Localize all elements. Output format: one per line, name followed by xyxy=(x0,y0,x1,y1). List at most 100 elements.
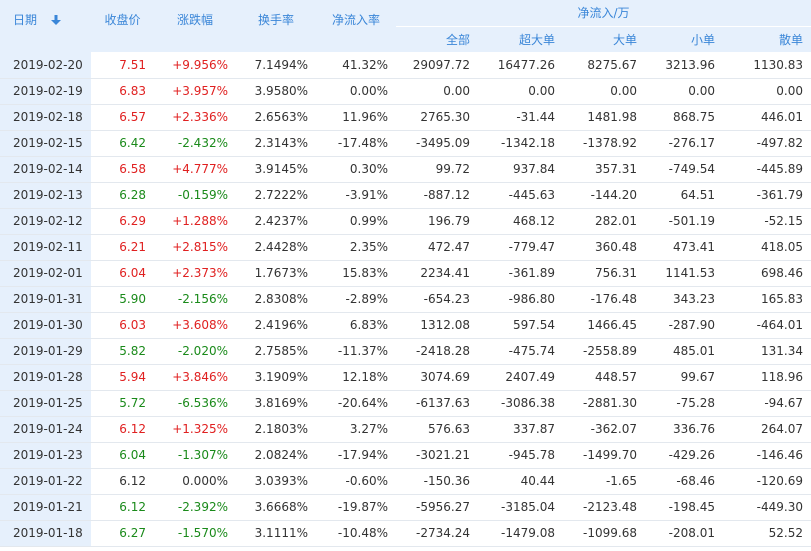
cell-all: -6137.63 xyxy=(396,390,478,417)
cell-change: +3.608% xyxy=(154,312,236,339)
table-row: 2019-02-15 6.42 -2.432% 2.3143% -17.48% -3495… xyxy=(0,130,811,157)
cell-super-large: 0.00 xyxy=(478,78,563,105)
header-date[interactable]: 日期 xyxy=(0,0,91,52)
cell-large: -362.07 xyxy=(563,416,645,443)
cell-close: 6.42 xyxy=(91,130,154,157)
cell-change: +2.815% xyxy=(154,234,236,261)
cell-close: 6.12 xyxy=(91,416,154,443)
cell-change: +1.288% xyxy=(154,208,236,235)
cell-net-ratio: 0.00% xyxy=(316,78,396,105)
cell-all: 2234.41 xyxy=(396,260,478,287)
header-all[interactable]: 全部 xyxy=(396,26,478,52)
cell-large: -176.48 xyxy=(563,286,645,313)
cell-all: 1312.08 xyxy=(396,312,478,339)
cell-close: 6.21 xyxy=(91,234,154,261)
header-small[interactable]: 小单 xyxy=(645,26,723,52)
cell-large: -2123.48 xyxy=(563,494,645,521)
cell-close: 7.51 xyxy=(91,52,154,79)
cell-change: -2.156% xyxy=(154,286,236,313)
cell-super-large: -31.44 xyxy=(478,104,563,131)
cell-small: -287.90 xyxy=(645,312,723,339)
cell-super-large: -986.80 xyxy=(478,286,563,313)
cell-retail: 52.52 xyxy=(723,520,811,547)
cell-super-large: -1479.08 xyxy=(478,520,563,547)
cell-turnover: 1.7673% xyxy=(236,260,316,287)
table-header: 日期 收盘价 涨跌幅 换手率 净流入率 净流入/万 全部 超大单 大单 小单 散… xyxy=(0,0,811,52)
cell-super-large: 2407.49 xyxy=(478,364,563,391)
cell-turnover: 2.0824% xyxy=(236,442,316,469)
cell-super-large: -361.89 xyxy=(478,260,563,287)
cell-change: -1.570% xyxy=(154,520,236,547)
cell-small: -276.17 xyxy=(645,130,723,157)
cell-turnover: 2.4237% xyxy=(236,208,316,235)
cell-change: +9.956% xyxy=(154,52,236,79)
table-row: 2019-02-12 6.29 +1.288% 2.4237% 0.99% 196.79 4… xyxy=(0,208,811,235)
cell-date: 2019-02-15 xyxy=(0,130,91,157)
cell-small: 0.00 xyxy=(645,78,723,105)
table-row: 2019-02-18 6.57 +2.336% 2.6563% 11.96% 2765.3… xyxy=(0,104,811,131)
header-close[interactable]: 收盘价 xyxy=(91,0,154,52)
cell-all: 472.47 xyxy=(396,234,478,261)
header-change[interactable]: 涨跌幅 xyxy=(154,0,236,52)
cell-super-large: -445.63 xyxy=(478,182,563,209)
table-row: 2019-01-22 6.12 0.000% 3.0393% -0.60% -150.36… xyxy=(0,468,811,495)
cell-close: 6.57 xyxy=(91,104,154,131)
cell-large: -144.20 xyxy=(563,182,645,209)
cell-all: -150.36 xyxy=(396,468,478,495)
cell-close: 6.03 xyxy=(91,312,154,339)
cell-date: 2019-01-21 xyxy=(0,494,91,521)
cell-large: -2558.89 xyxy=(563,338,645,365)
cell-turnover: 2.4428% xyxy=(236,234,316,261)
cell-super-large: -945.78 xyxy=(478,442,563,469)
table-row: 2019-01-30 6.03 +3.608% 2.4196% 6.83% 1312.08… xyxy=(0,312,811,339)
cell-retail: -445.89 xyxy=(723,156,811,183)
table-body: 2019-02-20 7.51 +9.956% 7.1494% 41.32% 29097.… xyxy=(0,52,811,547)
cell-all: 196.79 xyxy=(396,208,478,235)
header-large[interactable]: 大单 xyxy=(563,26,645,52)
cell-date: 2019-02-13 xyxy=(0,182,91,209)
cell-turnover: 2.6563% xyxy=(236,104,316,131)
cell-small: 473.41 xyxy=(645,234,723,261)
header-super-large[interactable]: 超大单 xyxy=(478,26,563,52)
cell-change: -2.432% xyxy=(154,130,236,157)
cell-small: -75.28 xyxy=(645,390,723,417)
cell-date: 2019-02-01 xyxy=(0,260,91,287)
cell-large: 0.00 xyxy=(563,78,645,105)
cell-large: 8275.67 xyxy=(563,52,645,79)
cell-date: 2019-02-20 xyxy=(0,52,91,79)
cell-retail: -52.15 xyxy=(723,208,811,235)
cell-date: 2019-02-11 xyxy=(0,234,91,261)
cell-turnover: 2.8308% xyxy=(236,286,316,313)
cell-super-large: 40.44 xyxy=(478,468,563,495)
cell-net-ratio: 15.83% xyxy=(316,260,396,287)
cell-net-ratio: 41.32% xyxy=(316,52,396,79)
header-net-ratio[interactable]: 净流入率 xyxy=(316,0,396,52)
header-retail[interactable]: 散单 xyxy=(723,26,811,52)
cell-small: 99.67 xyxy=(645,364,723,391)
cell-large: 756.31 xyxy=(563,260,645,287)
cell-date: 2019-02-14 xyxy=(0,156,91,183)
cell-retail: 131.34 xyxy=(723,338,811,365)
sort-down-arrow-icon[interactable] xyxy=(51,14,62,25)
cell-small: -749.54 xyxy=(645,156,723,183)
cell-close: 6.04 xyxy=(91,442,154,469)
cell-large: -1499.70 xyxy=(563,442,645,469)
cell-retail: 118.96 xyxy=(723,364,811,391)
cell-super-large: 937.84 xyxy=(478,156,563,183)
header-turnover[interactable]: 换手率 xyxy=(236,0,316,52)
cell-all: -2418.28 xyxy=(396,338,478,365)
cell-net-ratio: 12.18% xyxy=(316,364,396,391)
table-row: 2019-02-01 6.04 +2.373% 1.7673% 15.83% 2234.4… xyxy=(0,260,811,287)
cell-retail: -497.82 xyxy=(723,130,811,157)
cell-small: -68.46 xyxy=(645,468,723,495)
cell-all: 576.63 xyxy=(396,416,478,443)
cell-small: 868.75 xyxy=(645,104,723,131)
cell-net-ratio: -19.87% xyxy=(316,494,396,521)
cell-net-ratio: -20.64% xyxy=(316,390,396,417)
cell-close: 6.04 xyxy=(91,260,154,287)
cell-super-large: 468.12 xyxy=(478,208,563,235)
table-row: 2019-01-29 5.82 -2.020% 2.7585% -11.37% -2418… xyxy=(0,338,811,365)
cell-small: 3213.96 xyxy=(645,52,723,79)
cell-date: 2019-01-23 xyxy=(0,442,91,469)
cell-date: 2019-01-25 xyxy=(0,390,91,417)
